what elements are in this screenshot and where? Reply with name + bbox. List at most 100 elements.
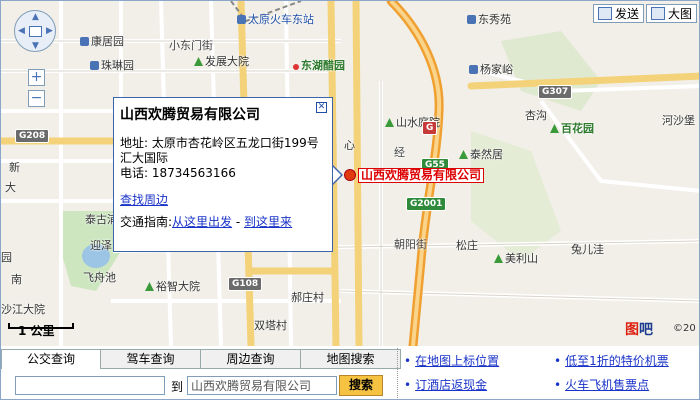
place-name: 小东门街 [169,39,213,52]
place-name: 南 [11,273,22,286]
place-name: 兔儿洼 [571,243,604,256]
poi-icon [90,61,99,70]
pan-control[interactable]: ▲ ▼ ◀ ▶ [14,10,56,52]
map-place-label[interactable]: 发展大院 [194,55,249,68]
pan-ring[interactable]: ▲ ▼ ◀ ▶ [14,10,56,52]
place-name: 松庄 [456,239,478,252]
traffic-separator: - [232,215,245,229]
map-place-label[interactable]: 沙江大院 [1,303,45,316]
map-place-label[interactable]: 太原火车东站 [237,13,314,26]
hotel-cashback-link[interactable]: 订酒店返现金 [404,376,487,393]
map-place-label[interactable]: 大 [5,181,16,194]
send-icon [597,7,612,20]
send-button[interactable]: 发送 [592,4,644,23]
place-name: 郝庄村 [291,291,324,304]
place-name: 迎泽 [90,239,112,252]
big-map-button[interactable]: 大图 [645,4,697,23]
map-place-label[interactable]: 兔儿洼 [571,243,604,256]
info-popup: 山西欢腾贸易有限公司 ✕ 地址: 太原市杏花岭区五龙口街199号汇大国际 电话:… [113,97,333,252]
road-shield: G208 [15,129,50,143]
query-panel: 公交查询 驾车查询 周边查询 地图搜索 到 搜索 在地图上标位置 低至1折的特价… [1,346,699,399]
divider [397,348,398,398]
from-here-link[interactable]: 从这里出发 [172,215,232,229]
map-place-label[interactable]: 松庄 [456,239,478,252]
map-place-label[interactable]: 泰然居 [459,148,503,161]
logo-part-b: 吧 [639,322,653,338]
map-place-label[interactable]: 百花园 [550,122,594,135]
map-place-label[interactable]: 郝庄村 [291,291,324,304]
place-name: 河沙堡 [662,114,695,127]
query-tabs: 公交查询 驾车查询 周边查询 地图搜索 [1,349,401,369]
map-place-label[interactable]: 朝阳街 [394,238,427,251]
marker-label[interactable]: 山西欢腾贸易有限公司 [358,168,485,183]
map-place-label[interactable]: 小东门街 [169,39,213,52]
map-place-label[interactable]: 河沙堡 [662,114,695,127]
map-place-label[interactable]: 迎泽 [90,239,112,252]
map-place-label[interactable]: 珠琳园 [90,59,134,72]
tab-map-search[interactable]: 地图搜索 [301,349,401,369]
place-name: 裕智大院 [156,280,200,293]
search-button[interactable]: 搜索 [339,375,383,396]
traffic-guide: 交通指南:从这里出发 - 到这里来 [120,214,326,230]
traffic-label: 交通指南: [120,215,173,229]
zoom-control: + − [28,69,45,111]
map-place-label[interactable]: 南 [11,273,22,286]
map-place-label[interactable]: 东秀苑 [467,13,511,26]
close-icon[interactable]: ✕ [316,102,327,113]
pan-left-icon[interactable]: ◀ [18,27,25,36]
map-logo: 图吧 [625,319,653,339]
poi-icon [469,65,478,74]
zoom-out-button[interactable]: − [28,90,45,107]
mark-location-link[interactable]: 在地图上标位置 [404,352,499,369]
map-place-label[interactable]: 经 [394,146,405,159]
place-name: 双塔村 [254,319,287,332]
place-name: 杨家峪 [480,63,513,76]
map-place-label[interactable]: 杏沟 [525,109,547,122]
zoom-in-button[interactable]: + [28,69,45,86]
reset-view-icon[interactable] [29,26,42,37]
poi-icon [467,15,476,24]
map-widget: 康居园 太原火车东站 东秀苑 珠琳园 小东门街 东湖醋园 发展大院 杨家峪 山水庭院 杏沟 百花园河… [0,0,700,400]
tab-drive[interactable]: 驾车查询 [101,349,201,369]
place-name: 东湖醋园 [301,59,345,72]
place-name: 园 [1,251,12,264]
to-here-link[interactable]: 到这里来 [244,215,292,229]
scale-bar: 1 公里 [8,323,74,338]
map-place-label[interactable]: 新 [9,161,20,174]
map-place-label[interactable]: 康居园 [80,35,124,48]
road-shield: G108 [228,277,263,291]
from-input[interactable] [15,376,165,395]
map-place-label[interactable]: 园 [1,251,12,264]
pan-right-icon[interactable]: ▶ [46,27,53,36]
map-place-label[interactable]: 双塔村 [254,319,287,332]
cheap-flights-link[interactable]: 低至1折的特价机票 [554,352,669,369]
pan-up-icon[interactable]: ▲ [32,13,39,22]
tab-nearby[interactable]: 周边查询 [201,349,301,369]
to-input[interactable] [187,376,337,395]
map-place-label[interactable]: 心 [344,139,355,152]
popup-title: 山西欢腾贸易有限公司 [120,107,260,123]
map-place-label[interactable]: 东湖醋园 [293,59,345,72]
map-place-label[interactable]: 杨家峪 [469,63,513,76]
place-name: 大 [5,181,16,194]
nearby-link[interactable]: 查找周边 [120,191,326,208]
ticket-outlets-link[interactable]: 火车飞机售票点 [554,376,649,393]
poi-icon [385,118,394,127]
place-name: 飞舟池 [83,271,116,284]
to-label: 到 [171,380,184,394]
map-place-label[interactable]: 裕智大院 [145,280,200,293]
place-name: 朝阳街 [394,238,427,251]
map-canvas[interactable]: 康居园 太原火车东站 东秀苑 珠琳园 小东门街 东湖醋园 发展大院 杨家峪 山水庭院 杏沟 百花园河… [1,1,699,346]
place-name: 新 [9,161,20,174]
poi-icon [293,64,299,70]
tab-bus[interactable]: 公交查询 [1,349,101,369]
map-place-label[interactable]: 飞舟池 [83,271,116,284]
place-name: 美利山 [505,252,538,265]
location-marker-icon[interactable] [344,169,356,181]
poi-icon [145,282,154,291]
copyright: ©20 [673,323,696,334]
popup-address: 地址: 太原市杏花岭区五龙口街199号汇大国际 [120,136,319,165]
place-name: 杏沟 [525,109,547,122]
map-place-label[interactable]: 美利山 [494,252,538,265]
pan-down-icon[interactable]: ▼ [32,42,39,51]
